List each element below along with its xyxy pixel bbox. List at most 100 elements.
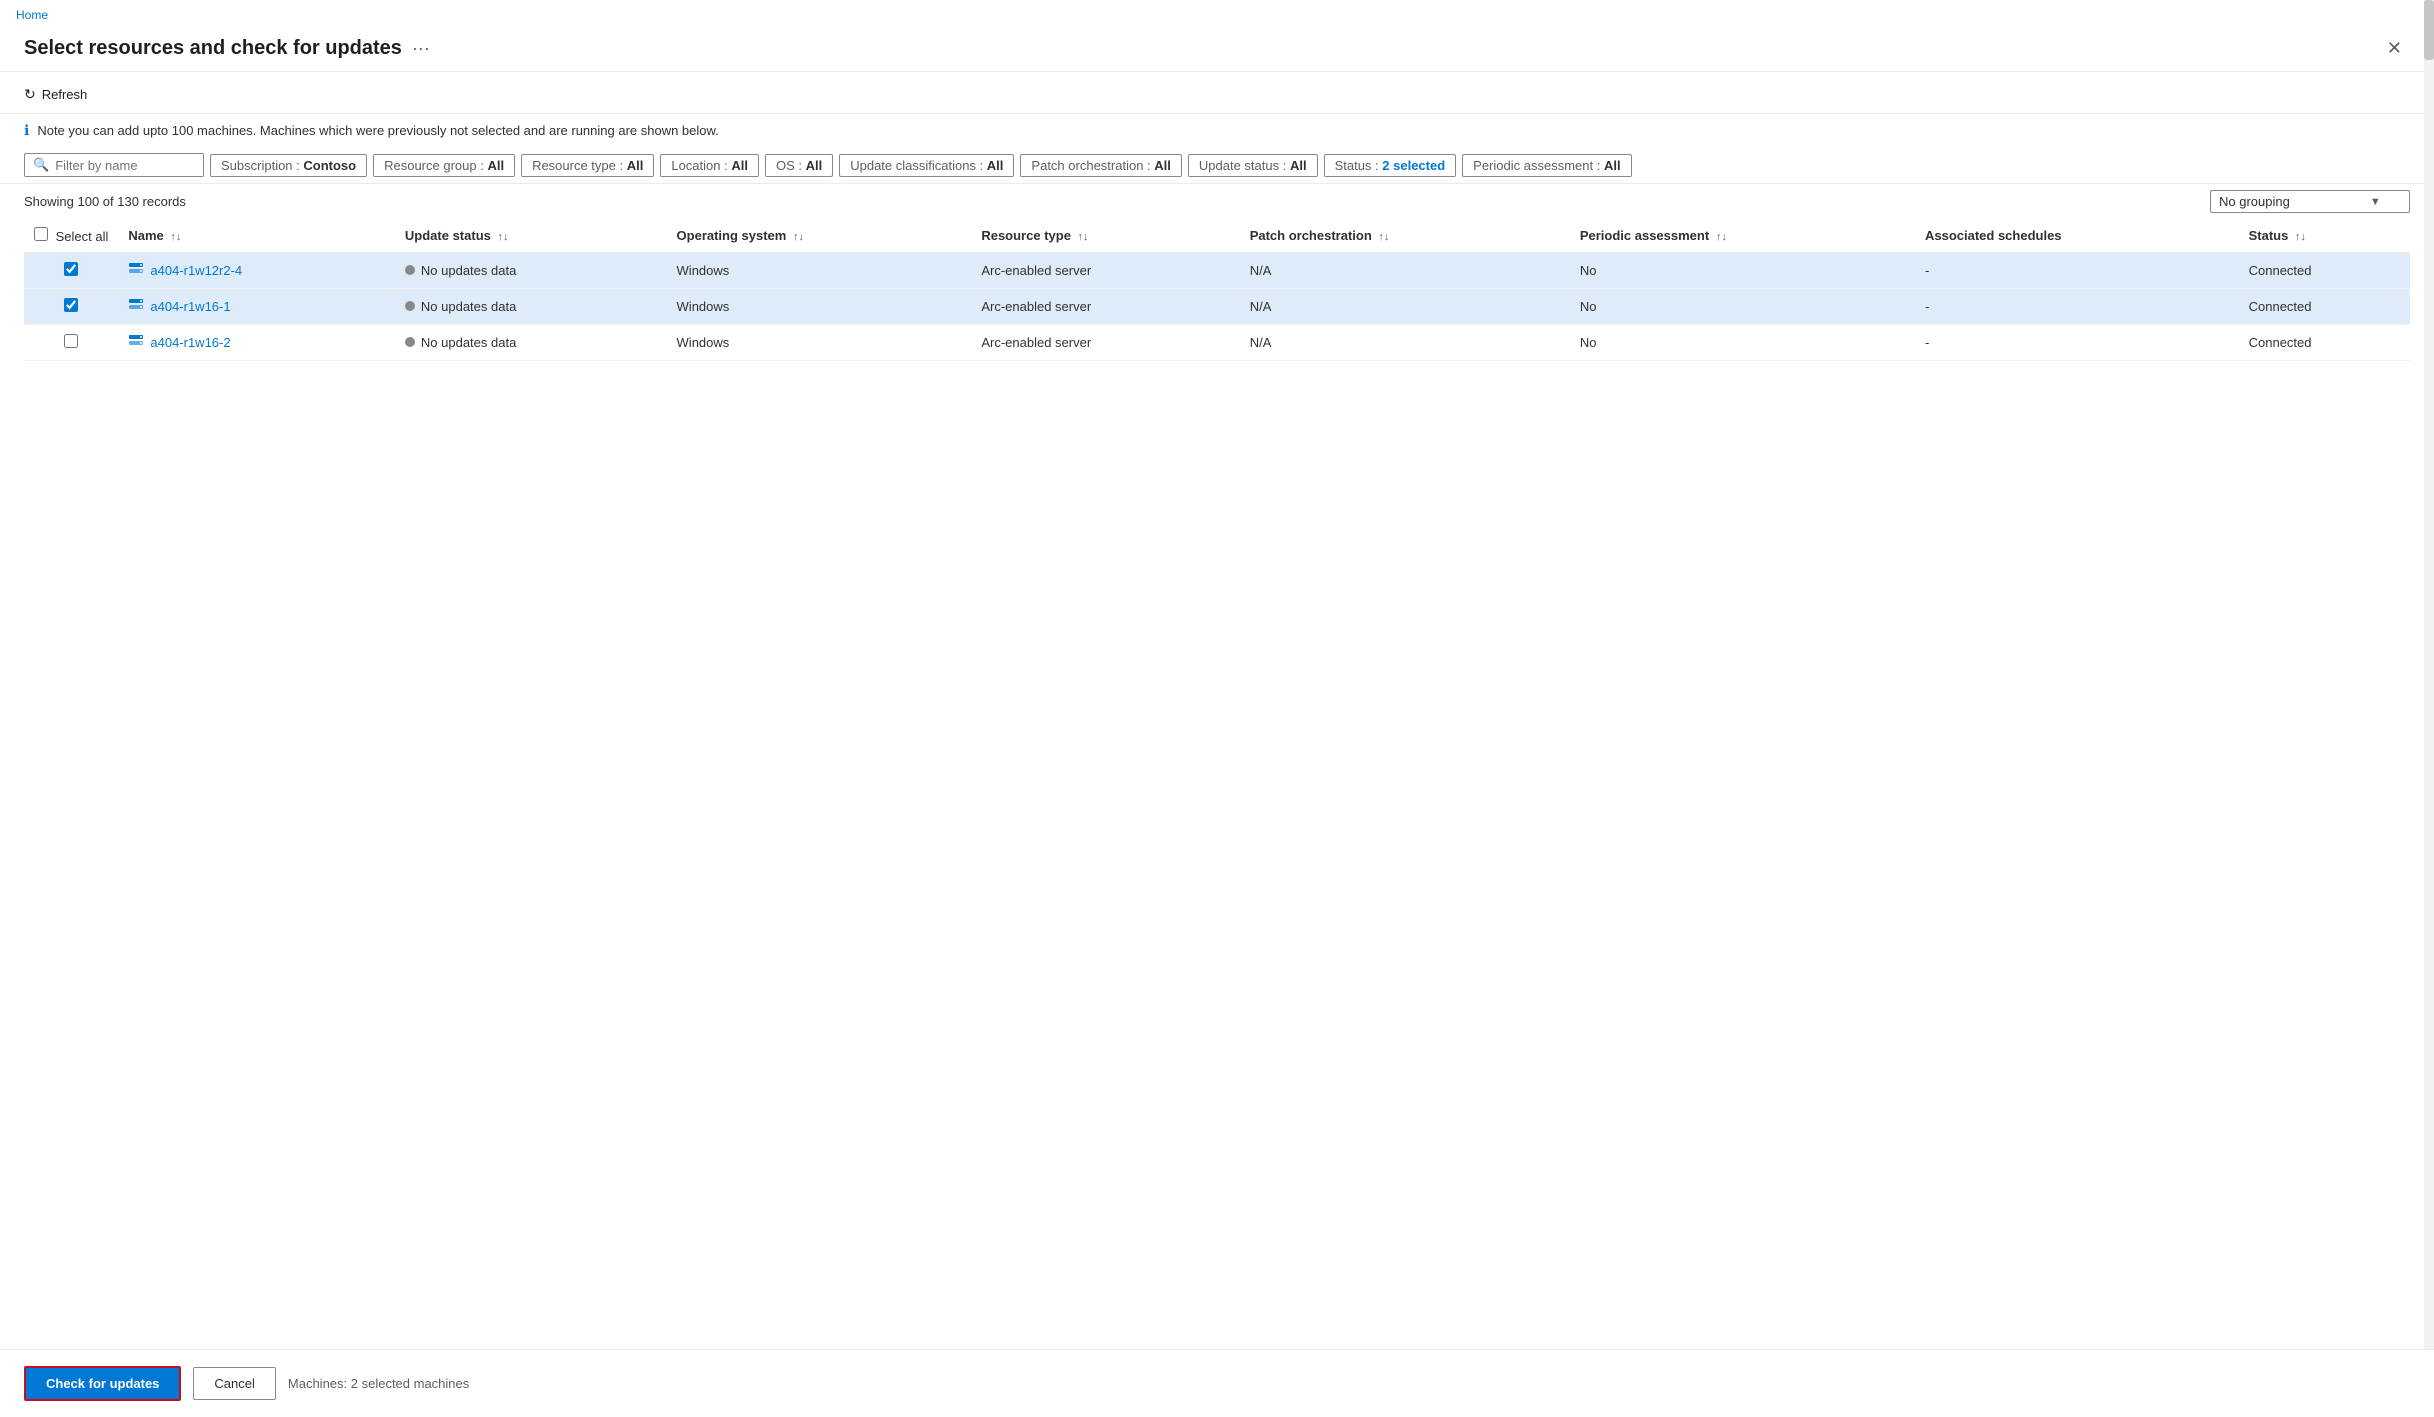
- row-assoc-schedules-cell: -: [1915, 253, 2239, 289]
- filter-resource-type[interactable]: Resource type : All: [521, 154, 654, 177]
- refresh-label: Refresh: [42, 87, 88, 102]
- update-status-dot: [405, 301, 415, 311]
- row-patch-orch-cell: N/A: [1240, 289, 1570, 325]
- select-all-header: Select all: [24, 219, 118, 253]
- scrollbar-thumb[interactable]: [2424, 0, 2434, 60]
- periodic-assess-filter-value: All: [1604, 158, 1621, 173]
- row-periodic-assess-cell: No: [1570, 253, 1915, 289]
- col-header-periodic-assess: Periodic assessment ↑↓: [1570, 219, 1915, 253]
- col-assoc-schedules-label: Associated schedules: [1925, 228, 2062, 243]
- filter-patch-orchestration[interactable]: Patch orchestration : All: [1020, 154, 1181, 177]
- grouping-select[interactable]: No grouping ▼: [2210, 190, 2410, 213]
- breadcrumb: Home: [0, 0, 2434, 26]
- resource-type-filter-value: All: [627, 158, 644, 173]
- table-row: a404-r1w16-1 No updates data WindowsArc-en…: [24, 289, 2410, 325]
- filter-periodic-assessment[interactable]: Periodic assessment : All: [1462, 154, 1631, 177]
- subscription-filter-label: Subscription :: [221, 158, 303, 173]
- row-name-link[interactable]: a404-r1w16-2: [128, 333, 385, 352]
- os-filter-label: OS :: [776, 158, 806, 173]
- col-header-resource-type: Resource type ↑↓: [971, 219, 1239, 253]
- row-os-cell: Windows: [667, 253, 972, 289]
- filter-resource-group[interactable]: Resource group : All: [373, 154, 515, 177]
- status-filter-label: Status :: [1335, 158, 1383, 173]
- row-patch-orch-cell: N/A: [1240, 253, 1570, 289]
- cancel-button[interactable]: Cancel: [193, 1367, 275, 1400]
- refresh-icon: ↻: [24, 86, 36, 103]
- filter-status[interactable]: Status : 2 selected: [1324, 154, 1457, 177]
- row-checkbox-cell: [24, 289, 118, 325]
- resource-group-filter-value: All: [487, 158, 504, 173]
- filter-update-classifications[interactable]: Update classifications : All: [839, 154, 1014, 177]
- col-resource-type-sort-icon[interactable]: ↑↓: [1078, 231, 1089, 243]
- info-message: Note you can add upto 100 machines. Mach…: [37, 123, 718, 138]
- scrollbar-track[interactable]: [2424, 0, 2434, 1417]
- resource-type-filter-label: Resource type :: [532, 158, 627, 173]
- col-status-label: Status: [2249, 228, 2289, 243]
- search-input[interactable]: [55, 158, 195, 173]
- row-checkbox[interactable]: [64, 334, 78, 348]
- check-for-updates-button[interactable]: Check for updates: [24, 1366, 181, 1401]
- col-update-status-sort-icon[interactable]: ↑↓: [498, 231, 509, 243]
- row-update-status-text: No updates data: [421, 335, 516, 350]
- chevron-down-icon: ▼: [2370, 196, 2381, 208]
- col-update-status-label: Update status: [405, 228, 491, 243]
- os-filter-value: All: [806, 158, 823, 173]
- resource-group-filter-label: Resource group :: [384, 158, 487, 173]
- filter-subscription[interactable]: Subscription : Contoso: [210, 154, 367, 177]
- dialog-header: Select resources and check for updates ·…: [0, 26, 2434, 72]
- col-patch-orch-sort-icon[interactable]: ↑↓: [1378, 231, 1389, 243]
- update-status-dot: [405, 265, 415, 275]
- row-os-cell: Windows: [667, 325, 972, 361]
- more-options-icon[interactable]: ···: [412, 38, 430, 59]
- row-name-text: a404-r1w16-2: [150, 335, 230, 350]
- row-checkbox[interactable]: [64, 262, 78, 276]
- filter-update-status[interactable]: Update status : All: [1188, 154, 1318, 177]
- row-name-link[interactable]: a404-r1w12r2-4: [128, 261, 385, 280]
- row-name-link[interactable]: a404-r1w16-1: [128, 297, 385, 316]
- col-patch-orch-label: Patch orchestration: [1250, 228, 1372, 243]
- update-class-filter-label: Update classifications :: [850, 158, 987, 173]
- search-icon: 🔍: [33, 157, 49, 173]
- row-status-cell: Connected: [2239, 289, 2410, 325]
- server-icon: [128, 261, 144, 280]
- row-update-status-cell: No updates data: [395, 325, 667, 361]
- breadcrumb-home-link[interactable]: Home: [16, 8, 48, 22]
- col-header-os: Operating system ↑↓: [667, 219, 972, 253]
- row-status-cell: Connected: [2239, 253, 2410, 289]
- close-button[interactable]: ✕: [2379, 34, 2410, 63]
- col-status-sort-icon[interactable]: ↑↓: [2295, 231, 2306, 243]
- col-header-patch-orch: Patch orchestration ↑↓: [1240, 219, 1570, 253]
- row-resource-type-cell: Arc-enabled server: [971, 289, 1239, 325]
- records-bar: Showing 100 of 130 records No grouping ▼: [0, 184, 2434, 219]
- col-name-sort-icon[interactable]: ↑↓: [170, 231, 181, 243]
- dialog-title-area: Select resources and check for updates ·…: [24, 37, 430, 60]
- select-all-checkbox[interactable]: [34, 227, 48, 241]
- server-icon: [128, 333, 144, 352]
- row-periodic-assess-cell: No: [1570, 325, 1915, 361]
- update-status-filter-label: Update status :: [1199, 158, 1290, 173]
- table-row: a404-r1w12r2-4No updates dataWindowsArc-…: [24, 253, 2410, 289]
- row-os-cell: Windows: [667, 289, 972, 325]
- footer-bar: Check for updates Cancel Machines: 2 sel…: [0, 1349, 2434, 1417]
- row-status-cell: Connected: [2239, 325, 2410, 361]
- col-name-label: Name: [128, 228, 163, 243]
- refresh-button[interactable]: ↻ Refresh: [24, 82, 95, 107]
- row-name-cell: a404-r1w16-1: [118, 289, 395, 325]
- col-header-update-status: Update status ↑↓: [395, 219, 667, 253]
- search-box[interactable]: 🔍: [24, 153, 204, 177]
- table-header-row: Select all Name ↑↓ Update status ↑↓ Oper…: [24, 219, 2410, 253]
- row-patch-orch-cell: N/A: [1240, 325, 1570, 361]
- patch-orch-filter-label: Patch orchestration :: [1031, 158, 1154, 173]
- row-update-status-text: No updates data: [421, 299, 516, 314]
- filter-location[interactable]: Location : All: [660, 154, 759, 177]
- row-name-text: a404-r1w16-1: [150, 299, 230, 314]
- location-filter-label: Location :: [671, 158, 731, 173]
- location-filter-value: All: [731, 158, 748, 173]
- update-class-filter-value: All: [987, 158, 1004, 173]
- col-periodic-assess-sort-icon[interactable]: ↑↓: [1716, 231, 1727, 243]
- col-os-sort-icon[interactable]: ↑↓: [793, 231, 804, 243]
- update-status-dot: [405, 337, 415, 347]
- row-name-cell: a404-r1w16-2: [118, 325, 395, 361]
- row-checkbox[interactable]: [64, 298, 78, 312]
- filter-os[interactable]: OS : All: [765, 154, 833, 177]
